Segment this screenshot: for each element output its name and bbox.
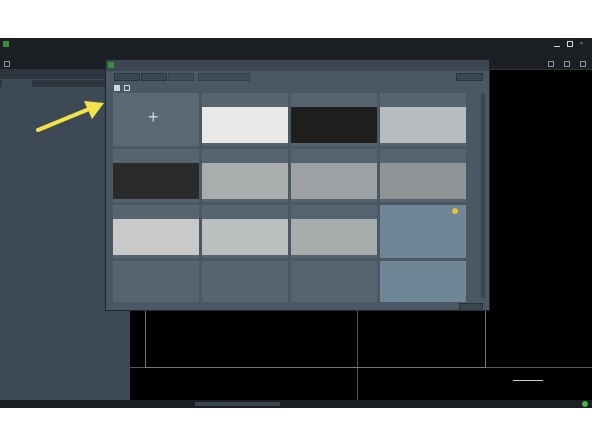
project-tile[interactable] xyxy=(291,149,377,202)
project-thumbnail xyxy=(380,163,466,199)
project-thumbnail xyxy=(291,163,377,199)
project-tile[interactable] xyxy=(202,205,288,258)
app-logo-icon xyxy=(3,41,9,47)
project-tile[interactable] xyxy=(202,149,288,202)
quit-maps-button[interactable] xyxy=(459,303,483,311)
grid-scrollbar[interactable] xyxy=(481,93,485,298)
project-tile[interactable] xyxy=(380,205,466,258)
project-thumbnail xyxy=(202,107,288,143)
project-tile[interactable] xyxy=(113,261,199,302)
project-thumbnail xyxy=(380,107,466,143)
project-tile[interactable] xyxy=(202,261,288,302)
progress-bar xyxy=(195,402,280,406)
dialog-toolbar xyxy=(106,71,489,83)
annotation-arrow xyxy=(36,101,104,132)
project-history-dialog: + xyxy=(105,59,490,311)
project-thumbnail xyxy=(113,163,199,199)
grid-view-icon[interactable] xyxy=(124,85,130,91)
connection-status-icon xyxy=(582,401,588,407)
list-view-icon[interactable] xyxy=(114,85,120,91)
project-tile[interactable] xyxy=(291,93,377,146)
project-tile[interactable] xyxy=(202,93,288,146)
toolbar-icon[interactable] xyxy=(4,61,10,67)
project-thumbnail xyxy=(202,219,288,255)
project-grid: + xyxy=(113,93,478,302)
open-folder-button[interactable] xyxy=(198,73,250,81)
project-tile[interactable] xyxy=(113,205,199,258)
new-button[interactable] xyxy=(114,73,140,81)
project-tile[interactable] xyxy=(380,149,466,202)
project-thumbnail xyxy=(291,219,377,255)
plus-icon: + xyxy=(148,107,159,127)
scale-bar xyxy=(513,380,543,381)
layout-icon[interactable] xyxy=(580,61,586,67)
tab-properties[interactable] xyxy=(2,80,32,87)
close-icon[interactable]: × xyxy=(580,41,586,47)
import-button[interactable] xyxy=(141,73,167,81)
camera-icon[interactable] xyxy=(548,61,554,67)
new-project-tile[interactable]: + xyxy=(113,93,199,146)
maximize-icon[interactable] xyxy=(567,41,573,47)
dialog-logo-icon xyxy=(108,62,114,68)
project-tile[interactable] xyxy=(380,261,466,302)
project-tile[interactable] xyxy=(291,205,377,258)
grid-icon[interactable] xyxy=(564,61,570,67)
warning-icon xyxy=(452,208,458,214)
open-button[interactable] xyxy=(168,73,194,81)
minimize-icon[interactable] xyxy=(554,41,560,47)
project-thumbnail xyxy=(202,163,288,199)
project-tile[interactable] xyxy=(113,149,199,202)
title-bar: × xyxy=(0,38,592,50)
project-tile[interactable] xyxy=(380,93,466,146)
project-tile[interactable] xyxy=(291,261,377,302)
project-thumbnail xyxy=(113,219,199,255)
status-bar xyxy=(0,400,592,408)
dialog-title-bar xyxy=(106,60,489,71)
tab-overview[interactable] xyxy=(34,80,64,87)
project-thumbnail xyxy=(291,107,377,143)
refresh-button[interactable] xyxy=(456,73,483,81)
menu-bar xyxy=(0,50,592,58)
